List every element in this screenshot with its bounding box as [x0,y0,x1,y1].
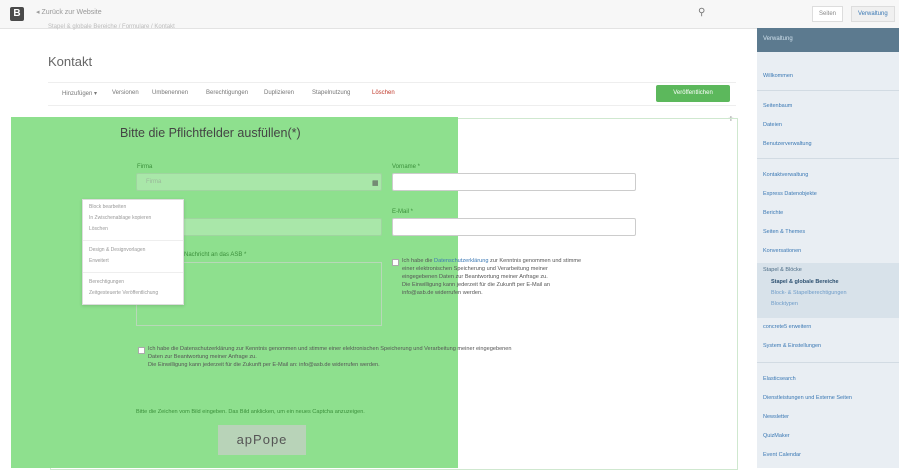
sidebar-item-stacks[interactable]: Stapel & Blöcke [763,267,802,273]
menu-delete[interactable]: Löschen [89,226,108,232]
sidebar-header: Verwaltung [757,28,899,52]
sidebar-item-files[interactable]: Dateien [763,122,782,128]
vorname-label: Vorname * [392,164,421,170]
captcha-instructions: Bitte die Zeichen vom Bild eingeben. Das… [136,409,365,415]
sidebar-item-reports[interactable]: Berichte [763,210,783,216]
search-icon[interactable]: ⚲ [698,7,705,18]
menu-divider [83,240,183,241]
firma-placeholder: Firma [146,179,162,185]
sidebar-item-newsletter[interactable]: Newsletter [763,414,789,420]
logo-icon[interactable]: B [10,7,24,21]
menu-edit-block[interactable]: Block bearbeiten [89,204,126,210]
privacy-consent-right: Ich habe die Datenschutzerklärung zur Ke… [402,258,582,296]
sidebar-subitem-block-permissions[interactable]: Block- & Stapelberechtigungen [771,290,847,296]
sidebar-header-label: Verwaltung [763,36,793,42]
duplicate-button[interactable]: Duplizieren [264,90,294,96]
page-toolbar: Hinzufügen ▾ Versionen Umbenennen Berech… [48,82,736,106]
sidebar-item-extend[interactable]: concrete5 erweitern [763,324,811,330]
sidebar-item-event-calendar[interactable]: Event Calendar [763,452,801,458]
sidebar-subitem-blocktypes[interactable]: Blocktypen [771,301,798,307]
vorname-input[interactable] [392,173,636,191]
email-label: E-Mail * [392,209,414,215]
sidebar-item-users[interactable]: Benutzerverwaltung [763,141,812,147]
contact-card-icon: ▦ [372,180,379,187]
firma-input[interactable] [136,173,382,191]
block-context-menu: Block bearbeiten In Zwischenablage kopie… [82,199,184,305]
page-title: Kontakt [48,54,93,69]
email-input[interactable] [392,218,636,236]
sidebar-item-elasticsearch[interactable]: Elasticsearch [763,376,796,382]
sidebar-item-system[interactable]: System & Einstellungen [763,343,821,349]
usage-button[interactable]: Stapelnutzung [312,90,350,96]
permissions-button[interactable]: Berechtigungen [206,90,248,96]
menu-divider [83,272,183,273]
back-to-website-link[interactable]: ◂ Zurück zur Website [36,8,102,16]
sidebar-subitem-global-areas[interactable]: Stapel & globale Bereiche [771,279,839,285]
sidebar-item-contacts[interactable]: Kontaktverwaltung [763,172,808,178]
sidebar-item-themes[interactable]: Seiten & Themes [763,229,805,235]
form-title: Bitte die Pflichtfelder ausfüllen(*) [120,126,301,140]
sidebar-item-conversations[interactable]: Konversationen [763,248,801,254]
dashboard-sidebar: Verwaltung Willkommen Seitenbaum Dateien… [757,28,899,468]
rename-button[interactable]: Umbenennen [152,90,188,96]
sidebar-divider [757,362,899,363]
publish-button[interactable]: Veröffentlichen [656,85,730,102]
versions-button[interactable]: Versionen [112,90,139,96]
captcha-image[interactable]: apPope [218,425,306,455]
dashboard-button[interactable]: Verwaltung [851,6,895,22]
sidebar-item-welcome[interactable]: Willkommen [763,73,793,79]
menu-scheduled-publish[interactable]: Zeitgesteuerte Veröffentlichung [89,290,158,296]
sidebar-item-sitemap[interactable]: Seitenbaum [763,103,792,109]
sidebar-item-services[interactable]: Dienstleistungen und Externe Seiten [763,395,852,401]
breadcrumb[interactable]: Stapel & globale Bereiche / Formulare / … [48,24,175,30]
privacy-policy-link[interactable]: Datenschutzerklärung [434,258,488,264]
pages-button[interactable]: Seiten [812,6,844,22]
menu-permissions[interactable]: Berechtigungen [89,279,124,285]
delete-button[interactable]: Löschen [372,90,395,96]
message-label: Nachricht an das ASB * [184,252,247,258]
menu-design[interactable]: Design & Designvorlagen [89,247,145,253]
menu-copy-clipboard[interactable]: In Zwischenablage kopieren [89,215,151,221]
sidebar-item-express[interactable]: Express Datenobjekte [763,191,817,197]
sidebar-divider [757,158,899,159]
privacy-checkbox-bottom[interactable] [138,347,145,354]
privacy-checkbox-right[interactable] [392,259,399,266]
sidebar-item-quizmaker[interactable]: QuizMaker [763,433,790,439]
add-menu[interactable]: Hinzufügen ▾ [62,90,97,97]
menu-advanced[interactable]: Erweitert [89,258,109,264]
firma-label: Firma [137,164,153,170]
sidebar-divider [757,90,899,91]
privacy-consent-bottom: Ich habe die Datenschutzerklärung zur Ke… [148,346,512,368]
